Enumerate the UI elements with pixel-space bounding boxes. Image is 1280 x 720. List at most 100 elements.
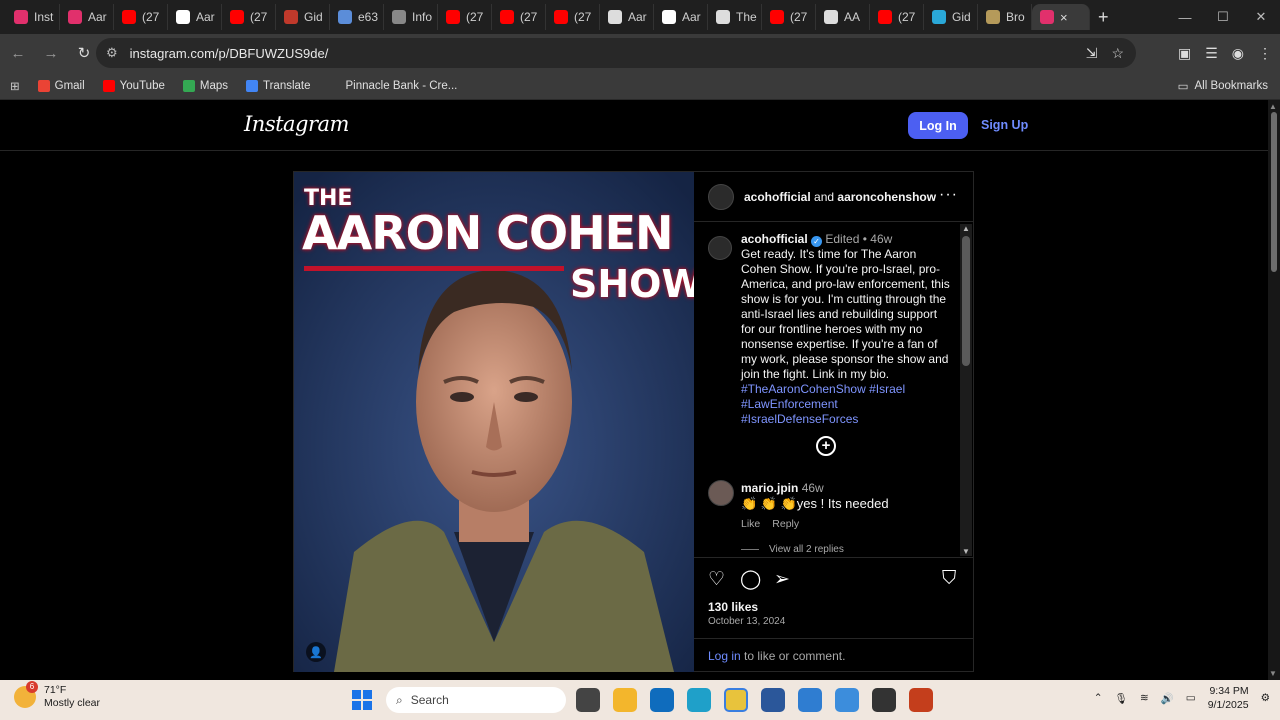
all-bookmarks-button[interactable]: ▭ All Bookmarks — [1178, 79, 1268, 93]
view-replies-button[interactable]: View all 2 replies — [741, 544, 844, 555]
browser-tab[interactable]: Aar — [60, 4, 114, 30]
taskbar-search[interactable]: ⌕ Search — [386, 687, 566, 713]
site-info-icon[interactable]: ⚙ — [106, 45, 118, 61]
caption-username[interactable]: acohofficial — [741, 232, 808, 246]
back-button[interactable]: ← — [3, 38, 33, 68]
bookmark-item[interactable]: Translate — [246, 79, 311, 92]
bookmark-item[interactable]: Maps — [182, 79, 228, 92]
page-scroll-down-icon[interactable]: ▼ — [1269, 669, 1277, 678]
tab-favicon-icon — [824, 10, 838, 24]
reading-list-icon[interactable]: ☰ — [1205, 45, 1218, 62]
page-scrollbar[interactable]: ▲ ▼ — [1268, 100, 1280, 680]
author-username[interactable]: acohofficial — [744, 190, 811, 204]
likes-count[interactable]: 130 likes — [708, 600, 758, 614]
coauthor-username[interactable]: aaroncohenshow — [837, 190, 936, 204]
file-explorer-icon[interactable] — [613, 688, 637, 712]
more-options-icon[interactable]: ··· — [939, 186, 958, 204]
browser-tab[interactable]: (27 — [438, 4, 492, 30]
new-tab-button[interactable]: + — [1098, 7, 1109, 28]
forward-button[interactable]: → — [36, 38, 66, 68]
minimize-button[interactable]: — — [1166, 0, 1204, 34]
notepad-icon[interactable] — [798, 688, 822, 712]
post-image[interactable]: THE AARON COHEN SHOW 👤 — [294, 172, 694, 672]
clock[interactable]: 9:34 PM 9/1/2025 — [1208, 684, 1249, 712]
commenter-username[interactable]: mario.jpin — [741, 481, 798, 495]
notification-icon[interactable]: ⚙ — [1261, 692, 1270, 704]
bookmark-item[interactable]: YouTube — [102, 79, 165, 92]
signup-link[interactable]: Sign Up — [981, 118, 1028, 132]
url-text: instagram.com/p/DBFUWZUS9de/ — [129, 45, 329, 61]
side-panel-icon[interactable]: ▣ — [1178, 45, 1191, 62]
word-icon[interactable] — [761, 688, 785, 712]
powerpoint-icon[interactable] — [909, 688, 933, 712]
address-bar[interactable]: ⚙ instagram.com/p/DBFUWZUS9de/ ⇲ ☆ — [96, 38, 1136, 68]
photos-icon[interactable] — [835, 688, 859, 712]
chrome-icon[interactable] — [724, 688, 748, 712]
browser-tab[interactable]: Inst — [6, 4, 60, 30]
login-to-like-link[interactable]: Log in — [708, 649, 741, 663]
apps-grid-icon[interactable]: ⊞ — [10, 79, 20, 93]
comments-scrollbar[interactable]: ▲ ▼ — [960, 224, 972, 556]
maximize-button[interactable]: ☐ — [1204, 0, 1242, 34]
browser-tab[interactable]: Info — [384, 4, 438, 30]
browser-tab[interactable]: (27 — [114, 4, 168, 30]
edge-icon[interactable] — [687, 688, 711, 712]
load-more-comments-icon[interactable]: + — [816, 436, 836, 456]
wifi-icon[interactable]: ≋ — [1140, 692, 1149, 704]
browser-tab[interactable]: e63 — [330, 4, 384, 30]
browser-tab[interactable]: The — [708, 4, 762, 30]
caption-avatar[interactable] — [708, 236, 732, 260]
tab-favicon-icon — [122, 10, 136, 24]
comment-bubble-icon[interactable]: ◯ — [740, 568, 761, 591]
tray-overflow-icon[interactable]: ⌃ — [1094, 692, 1103, 704]
bookmark-item[interactable]: Pinnacle Bank - Cre... — [328, 79, 457, 92]
comments-scroll-thumb[interactable] — [962, 236, 970, 366]
bookmark-favicon-icon — [246, 79, 258, 92]
browser-tab[interactable]: Gid — [924, 4, 978, 30]
browser-tab[interactable]: (27 — [222, 4, 276, 30]
browser-tab[interactable]: Aar — [168, 4, 222, 30]
login-button[interactable]: Log In — [908, 112, 968, 139]
app-icon[interactable] — [872, 688, 896, 712]
browser-tab[interactable]: (27 — [546, 4, 600, 30]
profile-avatar[interactable]: ◉ — [1232, 45, 1244, 62]
bookmark-item[interactable]: Gmail — [37, 79, 85, 92]
browser-tab[interactable]: Aar — [654, 4, 708, 30]
share-send-icon[interactable]: ➢ — [774, 568, 790, 591]
caption-hashtags[interactable]: #TheAaronCohenShow #Israel #LawEnforceme… — [741, 382, 951, 427]
like-heart-icon[interactable]: ♡ — [708, 568, 725, 591]
scroll-down-arrow-icon[interactable]: ▼ — [962, 547, 970, 556]
reload-button[interactable]: ↻ — [69, 38, 99, 68]
battery-icon[interactable]: ▭ — [1186, 692, 1196, 704]
close-window-button[interactable]: ✕ — [1242, 0, 1280, 34]
tagged-user-icon[interactable]: 👤 — [306, 642, 326, 662]
browser-tab[interactable]: (27 — [762, 4, 816, 30]
browser-tab[interactable]: (27 — [492, 4, 546, 30]
browser-tab[interactable]: AA — [816, 4, 870, 30]
weather-widget[interactable]: 6 71°F Mostly clear — [14, 681, 100, 710]
volume-icon[interactable]: 🔊 — [1161, 692, 1174, 705]
save-bookmark-icon[interactable]: ⛉ — [942, 568, 956, 590]
menu-icon[interactable]: ⋮ — [1258, 45, 1272, 62]
scroll-up-arrow-icon[interactable]: ▲ — [962, 224, 970, 233]
page-scroll-thumb[interactable] — [1271, 112, 1277, 272]
page-scroll-up-icon[interactable]: ▲ — [1269, 102, 1277, 111]
comment-reply-button[interactable]: Reply — [772, 518, 799, 530]
browser-tab[interactable]: Aar — [600, 4, 654, 30]
microphone-icon[interactable]: 🎙 — [1115, 692, 1128, 705]
commenter-avatar[interactable] — [708, 480, 734, 506]
task-view-icon[interactable] — [576, 688, 600, 712]
bookmark-star-icon[interactable]: ☆ — [1111, 45, 1124, 62]
outlook-icon[interactable] — [650, 688, 674, 712]
instagram-logo[interactable]: Instagram — [244, 112, 349, 136]
start-button[interactable] — [352, 690, 372, 710]
author-avatar[interactable] — [708, 184, 734, 210]
install-app-icon[interactable]: ⇲ — [1086, 45, 1098, 62]
browser-tab[interactable]: (27 — [870, 4, 924, 30]
browser-tab[interactable]: Bro — [978, 4, 1032, 30]
browser-tab[interactable]: Gid — [276, 4, 330, 30]
comment-like-button[interactable]: Like — [741, 518, 760, 530]
close-tab-icon[interactable]: × — [1060, 10, 1068, 25]
active-browser-tab[interactable]: × — [1032, 4, 1090, 30]
tab-strip: Inst Aar (27 Aar (27 Gid e63 Info (27 (27 (27 Aar Aa… — [0, 0, 1280, 34]
